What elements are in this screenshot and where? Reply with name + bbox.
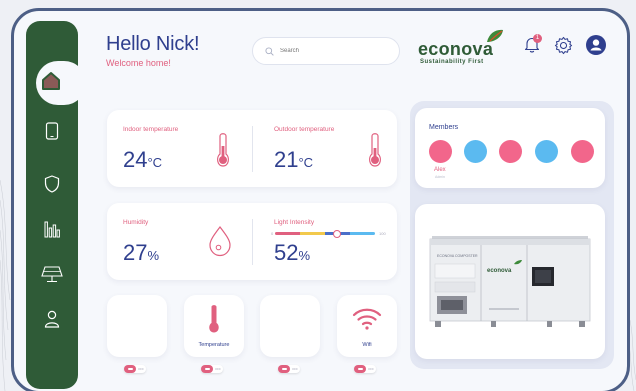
device-label-temperature: Temperature [198,342,230,348]
right-panel: Members Alex Admin ECONOVA COMPOSTER eco… [410,101,614,369]
humidity-label: Humidity [123,219,149,226]
sidebar-item-profile[interactable] [26,304,78,334]
solar-panel-icon [41,266,63,283]
sidebar-item-energy[interactable] [26,259,78,289]
device-label-wifi: Wifi [362,342,372,348]
gear-icon [554,36,573,55]
composter-card: ECONOVA COMPOSTER econova [415,204,605,359]
light-intensity-slider[interactable] [275,232,375,235]
notifications-button[interactable]: 1 [524,34,542,58]
member-avatar[interactable] [499,140,522,163]
device-toggle-1[interactable]: OFF [124,365,146,373]
search-icon [265,46,274,56]
member-name: Alex [434,167,446,173]
search-bar[interactable] [252,37,400,65]
light-intensity-slider-thumb[interactable] [333,229,341,238]
light-intensity-label: Light Intensity [274,219,315,226]
card-divider [252,219,253,265]
notification-badge: 1 [533,34,542,43]
thermometer-icon [209,305,219,333]
member-avatar[interactable] [464,140,487,163]
indoor-temperature-label: Indoor temperature [123,126,179,133]
device-card-3[interactable] [260,295,320,357]
slider-min: 0 [271,231,274,236]
settings-button[interactable] [554,36,573,60]
wifi-icon [352,308,382,330]
members-card: Members Alex Admin [415,108,605,188]
logo-tagline: Sustainability First [420,59,484,65]
humidity-light-card: Humidity 27% Light Intensity 0 100 52% [107,203,397,280]
member-avatar[interactable] [429,140,452,163]
thermometer-icon [217,133,229,167]
slider-max: 100 [379,231,386,236]
light-intensity-value: 52% [274,240,311,265]
member-avatar[interactable] [535,140,558,163]
sidebar-item-security[interactable] [26,169,78,199]
indoor-temperature-value: 24°C [123,147,163,172]
device-card-temperature[interactable]: Temperature [184,295,244,357]
device-toggle-3[interactable]: OFF [278,365,300,373]
members-title: Members [429,124,459,131]
thermometer-icon [369,133,381,167]
outdoor-temperature-value: 21°C [274,147,314,172]
device-card-1[interactable] [107,295,167,357]
greeting-title: Hello Nick! [106,33,200,55]
user-icon [44,310,60,328]
logo-name: econova [418,39,494,59]
sidebar-item-statistics[interactable] [26,214,78,244]
tablet-icon [45,122,59,140]
device-card-wifi[interactable]: Wifi [337,295,397,357]
shield-icon [44,175,60,193]
outdoor-temperature-label: Outdoor temperature [274,126,335,133]
humidity-value: 27% [123,240,160,265]
water-drop-icon [209,226,231,257]
search-input[interactable] [280,48,390,54]
home-icon [42,72,60,90]
composter-panel-text: ECONOVA COMPOSTER [437,254,478,258]
avatar-icon [586,35,606,55]
member-avatar[interactable] [571,140,594,163]
profile-avatar-button[interactable] [586,35,606,60]
dashboard-frame: Hello Nick! Welcome home! econova Sustai… [11,8,630,391]
device-toggle-wifi[interactable]: OFF [354,365,376,373]
composter-brand-text: econova [487,268,512,274]
temperature-card: Indoor temperature 24°C Outdoor temperat… [107,110,397,187]
sidebar-item-devices[interactable] [26,116,78,146]
econova-logo: econova Sustainability First [418,29,508,69]
device-toggle-temperature[interactable]: OFF [201,365,223,373]
composter-image: ECONOVA COMPOSTER econova [429,236,591,327]
card-divider [252,126,253,172]
member-role: Admin [435,175,445,179]
sidebar-item-home[interactable] [36,61,86,105]
greeting: Hello Nick! Welcome home! [106,33,200,68]
bar-chart-icon [44,221,60,238]
greeting-subtitle: Welcome home! [106,58,171,68]
